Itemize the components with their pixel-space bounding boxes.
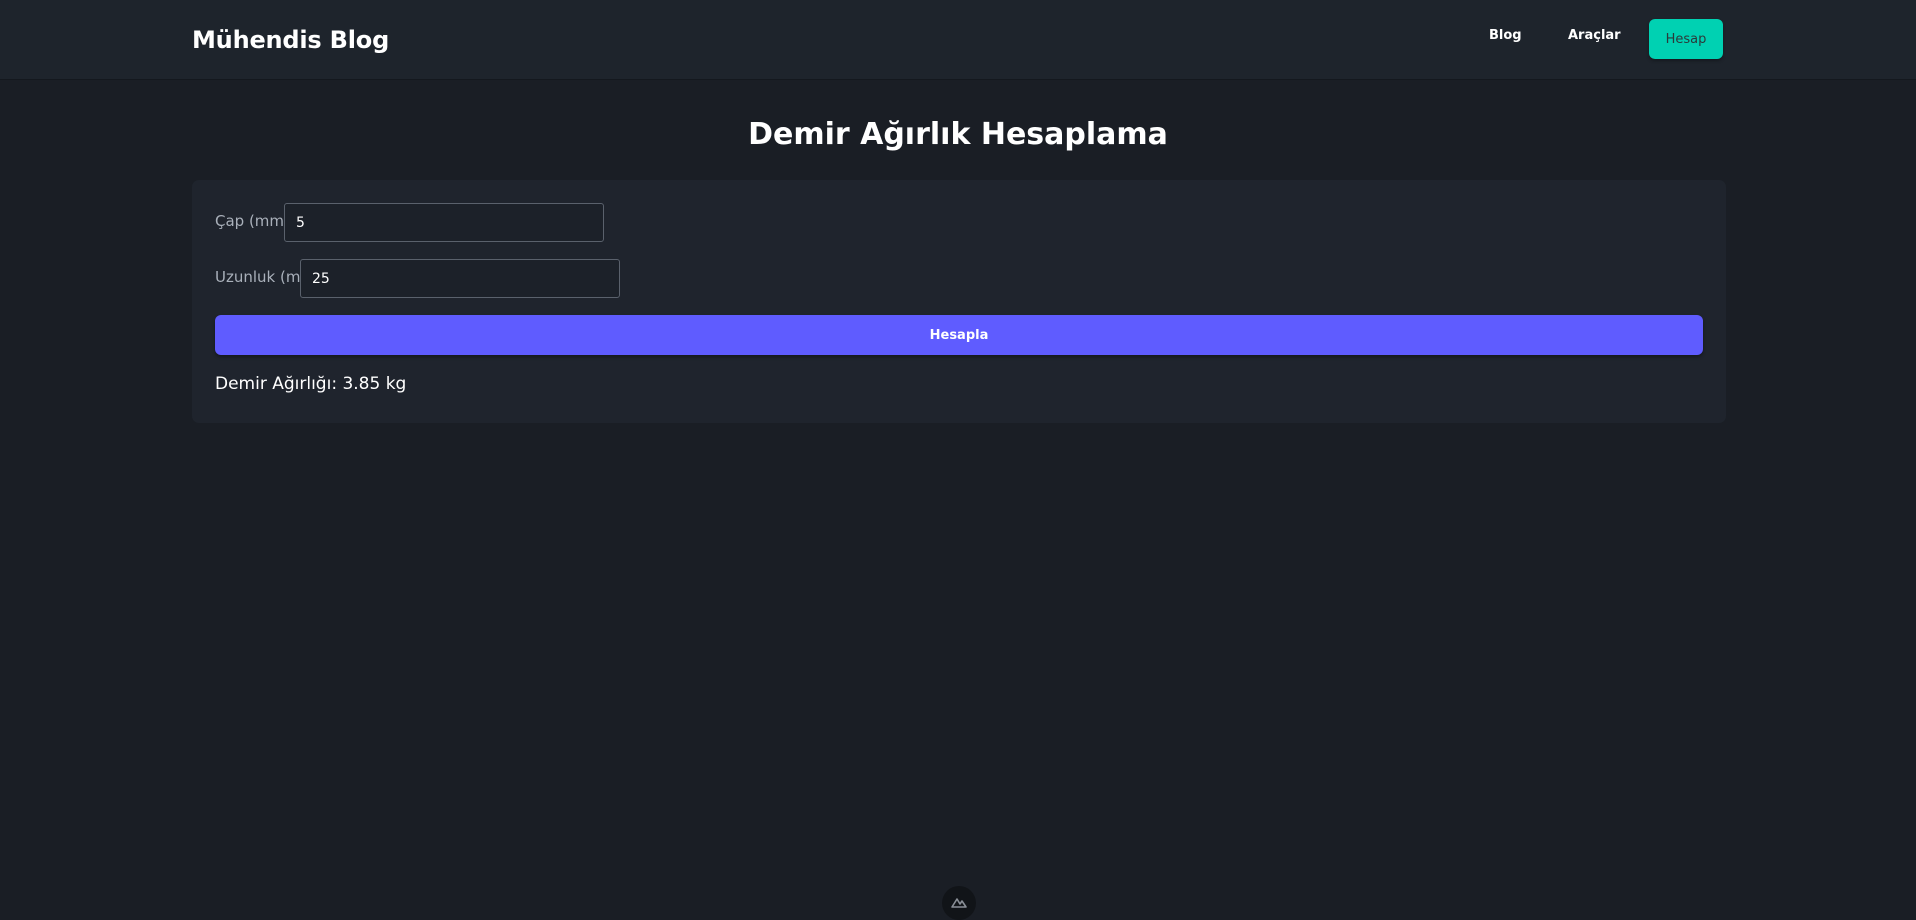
site-brand[interactable]: Mühendis Blog — [192, 26, 389, 54]
devtools-toggle-button[interactable] — [942, 886, 976, 920]
nuxt-devtools-icon — [950, 894, 968, 913]
length-label: Uzunluk (m) — [215, 268, 307, 286]
calculate-button[interactable]: Hesapla — [215, 315, 1703, 355]
page-title: Demir Ağırlık Hesaplama — [748, 117, 1168, 152]
diameter-label: Çap (mm) — [215, 212, 290, 230]
calculator-card: Çap (mm) Uzunluk (m) Hesapla Demir Ağırl… — [192, 180, 1726, 423]
diameter-input[interactable] — [284, 203, 604, 242]
nav-link-tools[interactable]: Araçlar — [1568, 28, 1621, 43]
result-text: Demir Ağırlığı: 3.85 kg — [215, 374, 407, 394]
top-navbar: Mühendis Blog Blog Araçlar Hesap — [0, 0, 1916, 80]
account-button[interactable]: Hesap — [1649, 19, 1723, 59]
nav-link-blog[interactable]: Blog — [1489, 28, 1522, 43]
length-input[interactable] — [300, 259, 620, 298]
